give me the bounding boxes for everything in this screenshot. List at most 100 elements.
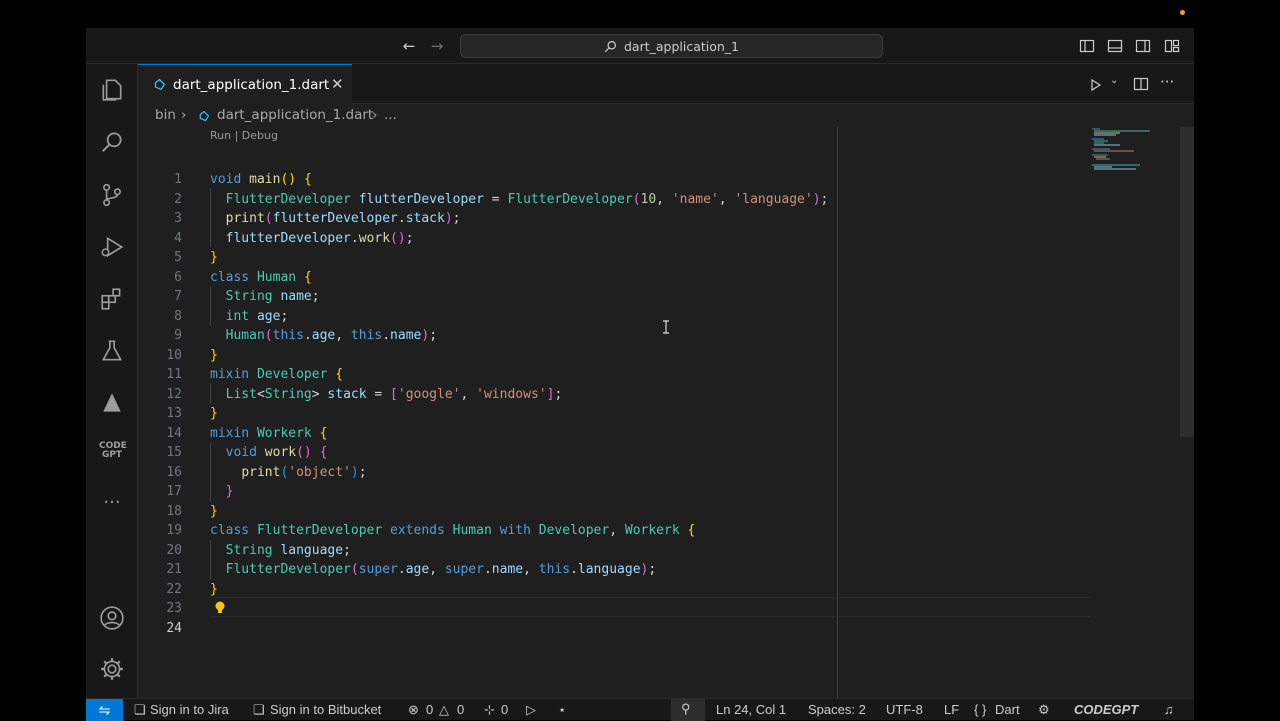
codegpt-icon[interactable]: CODE GPT (99, 442, 127, 468)
code-line: } (210, 504, 218, 519)
code-line: void work() { (225, 445, 328, 460)
code-line: String language; (225, 543, 351, 558)
toggle-panel-icon[interactable] (1107, 38, 1123, 54)
arrow-right-icon[interactable]: → (428, 37, 446, 55)
line-number: 17 (166, 484, 182, 499)
line-number: 5 (174, 250, 182, 265)
sign-in-jira[interactable]: Sign in to Jira (150, 702, 229, 717)
line-number: 10 (166, 348, 182, 363)
search-label: dart_application_1 (623, 39, 740, 54)
split-editor-icon[interactable] (1133, 76, 1149, 92)
jira-icon: ❏ (134, 702, 146, 717)
ports-icon: ⊹ (484, 702, 495, 717)
code-line: mixin Developer { (210, 367, 344, 382)
line-number: 19 (166, 523, 182, 538)
line-number: 22 (166, 582, 182, 597)
breadcrumb-more[interactable]: ... (384, 107, 397, 123)
code-line: print(flutterDeveloper.stack); (225, 211, 461, 226)
bell-icon[interactable]: ♫ (1164, 702, 1174, 717)
tab-label: dart_application_1.dart (173, 77, 330, 93)
breadcrumb: bin › dart_application_1.dart › ... (138, 105, 1194, 127)
line-number: 16 (166, 465, 182, 480)
code-line: } (225, 484, 234, 499)
error-count[interactable]: 0 (426, 702, 433, 717)
notification-dot (1180, 10, 1185, 15)
line-number: 7 (174, 289, 182, 304)
line-number: 6 (174, 270, 182, 285)
code-line: class FlutterDeveloper extends Human wit… (210, 523, 696, 538)
code-line: mixin Workerk { (210, 426, 328, 441)
more-actions-icon[interactable]: ··· (1160, 73, 1174, 91)
toggle-primary-sidebar-icon[interactable] (1079, 38, 1095, 54)
codegpt-brand[interactable]: CODEGPT (1074, 702, 1138, 717)
code-line: String name; (225, 289, 320, 304)
code-line: } (210, 250, 218, 265)
language-mode[interactable]: Dart (995, 702, 1020, 717)
more-views-icon[interactable]: ··· (99, 492, 125, 518)
braces-icon: { } (974, 702, 987, 717)
lightbulb-icon[interactable] (214, 601, 226, 615)
breadcrumb-folder[interactable]: bin (155, 107, 176, 123)
feedback-icon[interactable]: ⚙ (1038, 702, 1050, 718)
code-line: FlutterDeveloper(super.age, super.name, … (225, 562, 657, 577)
vertical-scrollbar[interactable] (1180, 127, 1194, 437)
explorer-icon[interactable] (99, 77, 125, 103)
magic-wand-icon[interactable]: ⋆ (558, 702, 566, 718)
sign-in-bitbucket[interactable]: Sign in to Bitbucket (270, 702, 381, 717)
remote-indicator-icon[interactable]: ⇋ (86, 699, 123, 721)
code-line: FlutterDeveloper flutterDeveloper = Flut… (225, 192, 829, 207)
line-number: 15 (166, 445, 182, 460)
code-line: } (210, 406, 218, 421)
command-center-search[interactable]: dart_application_1 (460, 34, 883, 58)
minimap[interactable] (1090, 127, 1180, 207)
zoom-button[interactable]: ⚲ (671, 699, 705, 721)
toggle-secondary-sidebar-icon[interactable] (1135, 38, 1151, 54)
editor-tab[interactable]: dart_application_1.dart ✕ (138, 64, 352, 104)
chevron-right-icon: › (181, 107, 187, 123)
code-line: } (210, 582, 218, 597)
code-line: class Human { (210, 270, 312, 285)
ports-count[interactable]: 0 (501, 702, 508, 717)
dart-file-icon (199, 110, 210, 122)
cursor-position[interactable]: Ln 24, Col 1 (716, 702, 786, 717)
activity-bar: CODE GPT ··· (86, 64, 138, 698)
line-number: 21 (166, 562, 182, 577)
line-number: 24 (166, 621, 182, 636)
extensions-icon[interactable] (99, 286, 125, 312)
source-control-icon[interactable] (99, 182, 125, 208)
arrow-left-icon[interactable]: ← (400, 37, 418, 55)
line-number: 11 (166, 367, 182, 382)
warning-count[interactable]: 0 (457, 702, 464, 717)
line-number: 1 (174, 172, 182, 187)
run-debug-icon[interactable] (99, 234, 125, 260)
accounts-icon[interactable] (99, 605, 125, 631)
vscode-window: ← → dart_application_1 CODE GPT ··· dart_… (86, 28, 1194, 721)
status-bar: ⇋ ❏ Sign in to Jira ❏ Sign in to Bitbuck… (86, 698, 1194, 721)
warning-icon: △ (439, 702, 449, 717)
code-line: void main() { (210, 172, 312, 187)
line-number: 14 (166, 426, 182, 441)
line-number: 13 (166, 406, 182, 421)
run-dropdown-icon[interactable] (1088, 77, 1104, 93)
line-number: 3 (174, 211, 182, 226)
codelens-run-debug[interactable]: Run | Debug (210, 129, 278, 142)
testing-flask-icon[interactable] (99, 338, 125, 364)
line-number: 4 (174, 231, 182, 246)
close-icon[interactable]: ✕ (331, 75, 344, 93)
breadcrumb-file[interactable]: dart_application_1.dart (217, 107, 373, 123)
end-of-line[interactable]: LF (944, 702, 959, 717)
run-icon[interactable]: ▷ (526, 702, 536, 718)
indentation[interactable]: Spaces: 2 (808, 702, 866, 717)
line-number: 18 (166, 504, 182, 519)
line-number: 9 (174, 328, 182, 343)
search-icon[interactable] (99, 129, 125, 155)
code-editor[interactable]: Run | Debug void main() { FlutterDevelop… (138, 127, 1194, 698)
encoding[interactable]: UTF-8 (886, 702, 923, 717)
customize-layout-icon[interactable] (1164, 38, 1180, 54)
atlassian-icon[interactable] (99, 390, 125, 416)
chevron-down-icon[interactable]: ⌄ (1110, 75, 1118, 86)
manage-gear-icon[interactable] (99, 656, 125, 682)
line-number: 23 (166, 601, 182, 616)
bitbucket-icon: ❏ (253, 702, 265, 717)
line-number: 20 (166, 543, 182, 558)
